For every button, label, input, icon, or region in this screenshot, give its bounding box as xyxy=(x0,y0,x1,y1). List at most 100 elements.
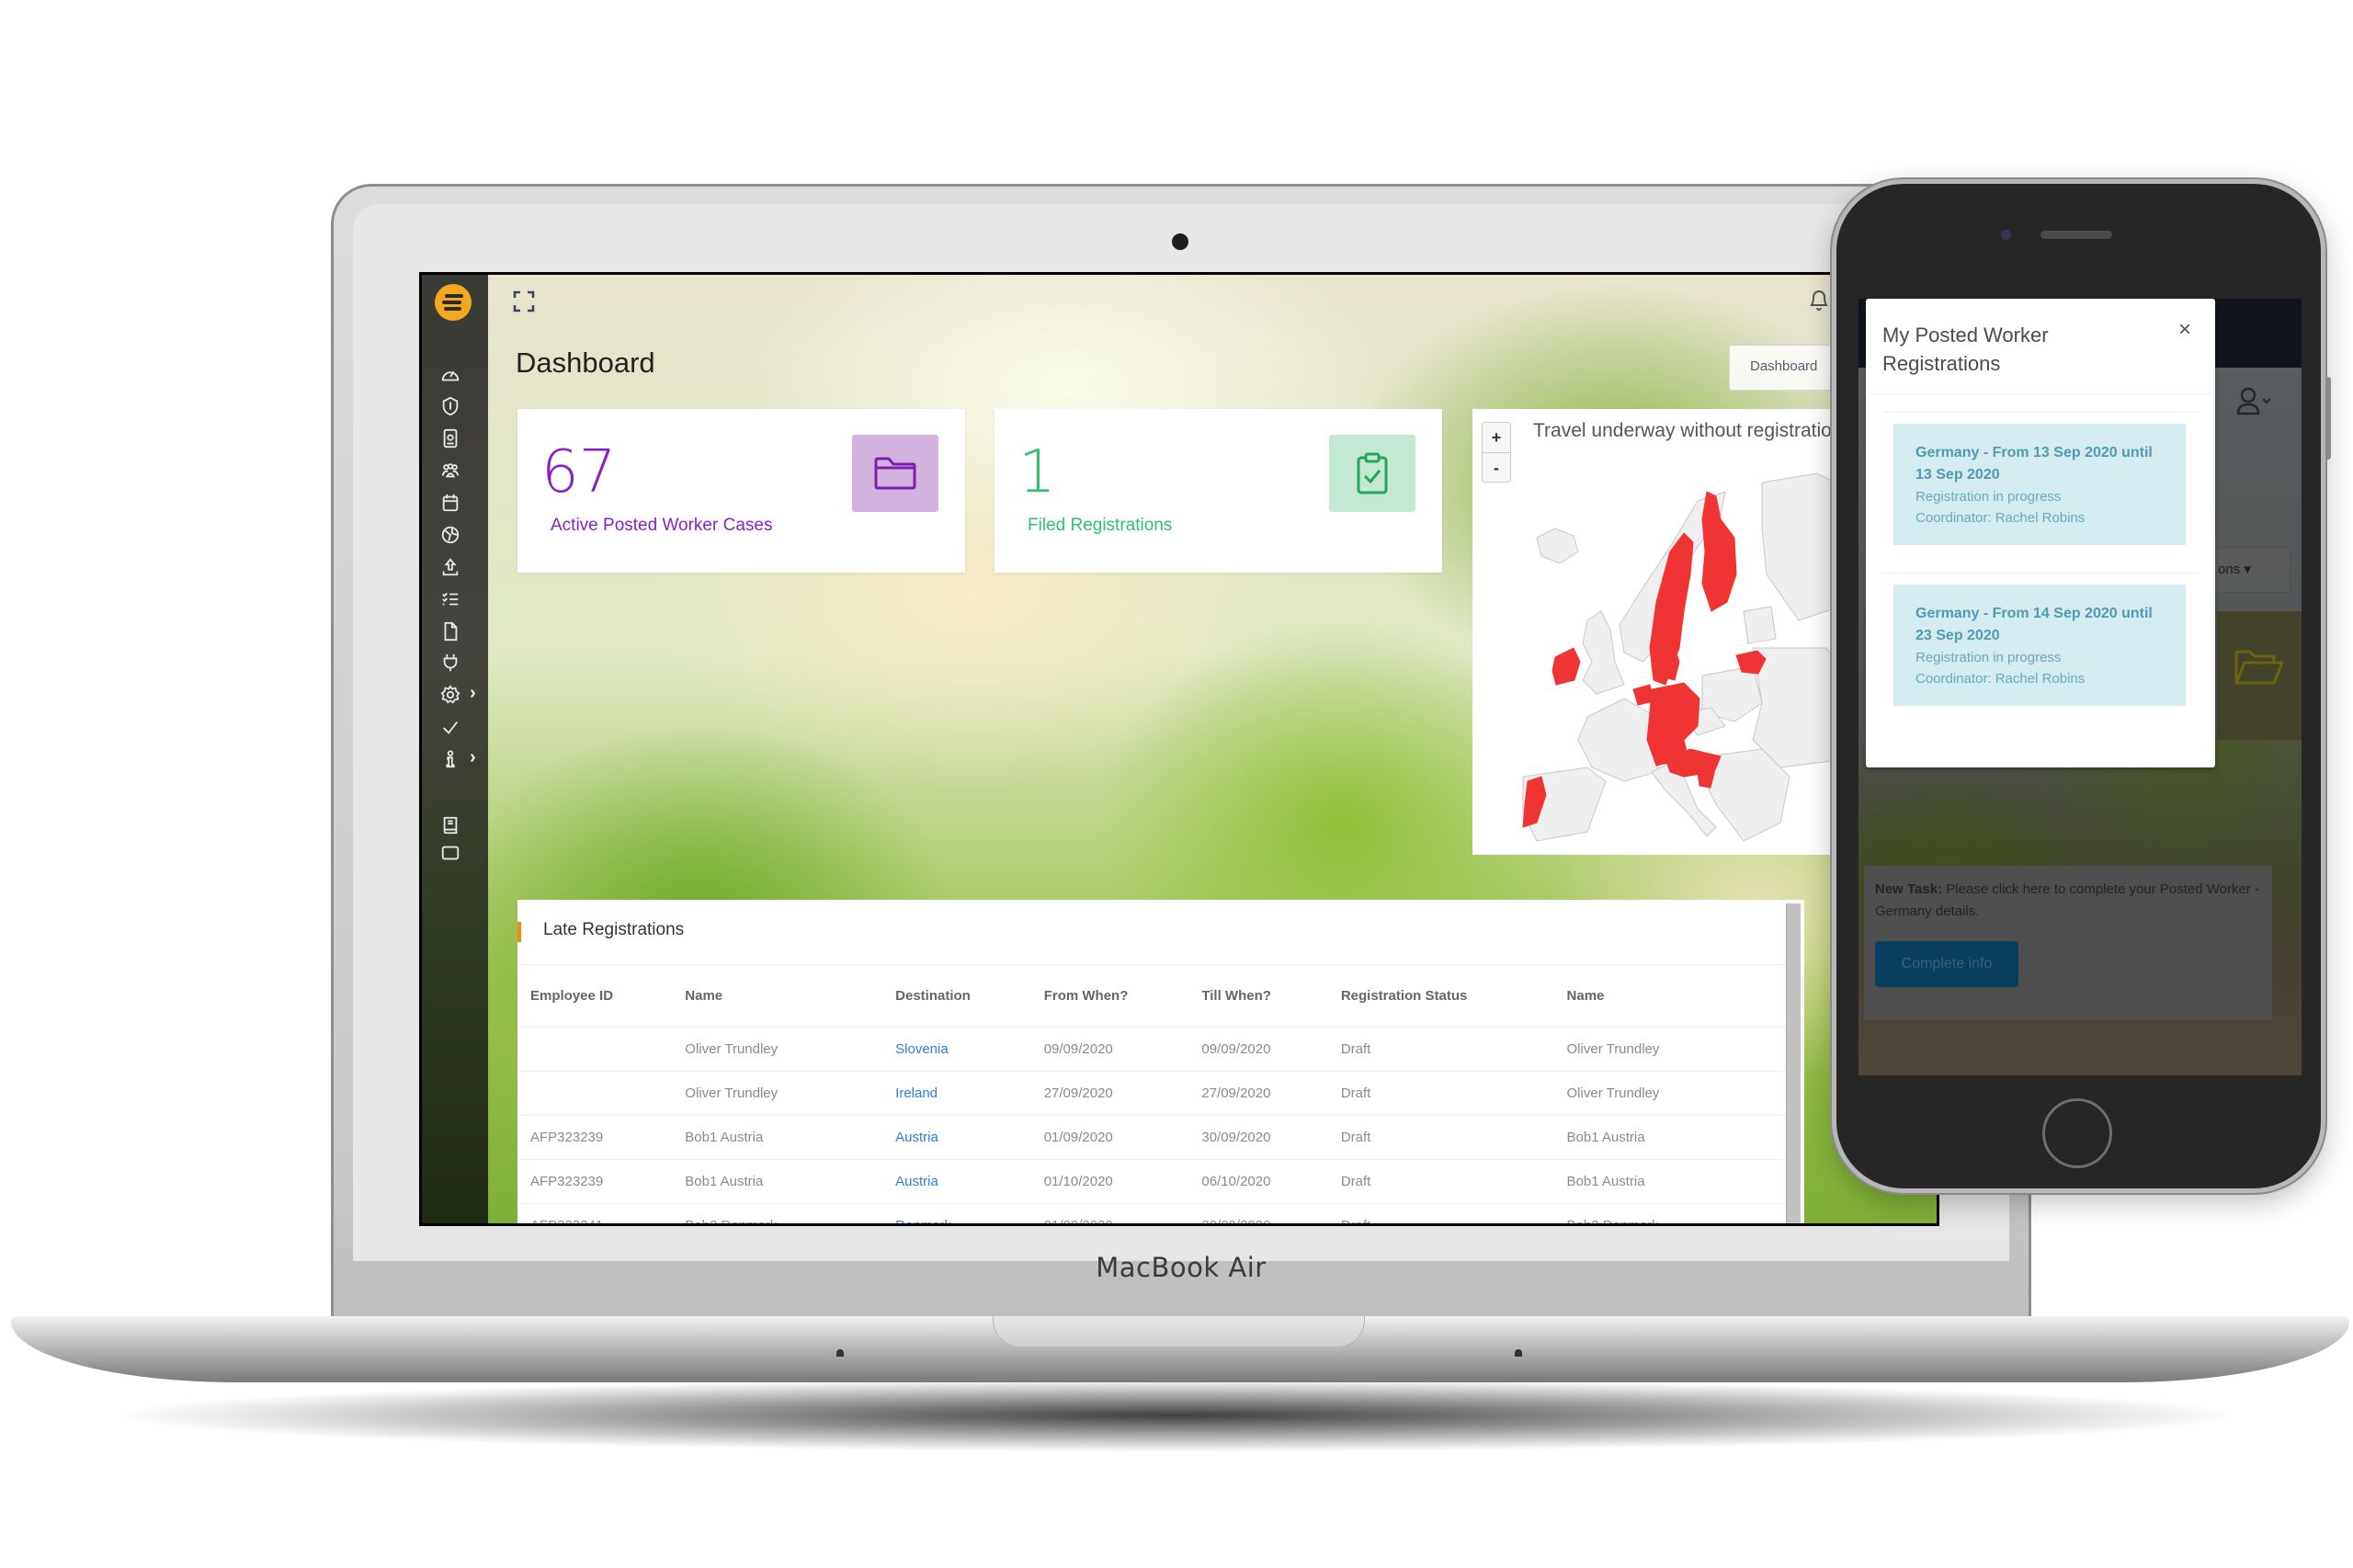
users-group-icon xyxy=(441,463,460,478)
sidebar-item-passport-document[interactable] xyxy=(437,425,464,452)
calendar-icon xyxy=(442,494,459,512)
map-country-ireland[interactable] xyxy=(1552,647,1581,686)
sidebar-item-upload[interactable] xyxy=(437,553,464,581)
table-cell: Bob1 Austria xyxy=(1553,1115,1786,1160)
table-row[interactable]: Oliver Trundley Slovenia 09/09/2020 09/09/2… xyxy=(517,1027,1786,1072)
registration-status: Registration in progress xyxy=(1915,650,2062,665)
table-cell: AFP323241 xyxy=(517,1203,673,1223)
table-cell: 27/09/2020 xyxy=(1188,1071,1328,1116)
close-icon[interactable]: × xyxy=(2178,317,2191,343)
stat-label: Filed Registrations xyxy=(1028,516,1173,535)
laptop-foot xyxy=(836,1349,844,1357)
sidebar-item-shield[interactable] xyxy=(437,392,464,420)
sidebar-item-plug[interactable] xyxy=(437,649,464,676)
late-registrations-panel: Late Registrations Employee ID Name Destin… xyxy=(517,900,1804,1223)
sidebar-item-calendar[interactable] xyxy=(437,489,464,517)
destination-link[interactable]: Austria xyxy=(882,1115,1031,1160)
registration-status: Registration in progress xyxy=(1915,489,2062,505)
table-cell: Bob1 Austria xyxy=(1553,1159,1786,1204)
checkmark-icon xyxy=(443,721,459,734)
map-country-latvia-estonia xyxy=(1743,606,1777,644)
sidebar-item-file[interactable] xyxy=(437,618,464,645)
app-logo[interactable] xyxy=(435,284,472,321)
destination-link[interactable]: Ireland xyxy=(882,1071,1031,1116)
divider xyxy=(1882,573,2199,574)
table-cell: Draft xyxy=(1327,1203,1554,1223)
column-header[interactable]: Till When? xyxy=(1188,966,1328,1028)
table-row[interactable]: AFP323239 Bob1 Austria Austria 01/09/2020 30… xyxy=(517,1115,1786,1160)
sidebar-item-checkmark[interactable] xyxy=(437,713,464,741)
registration-item[interactable]: Germany - From 13 Sep 2020 until 13 Sep … xyxy=(1893,424,2186,545)
table-row[interactable]: AFP323239 Bob1 Austria Austria 01/10/2020 06… xyxy=(517,1159,1786,1204)
column-header[interactable]: Registration Status xyxy=(1327,966,1554,1028)
table-cell: Oliver Trundley xyxy=(672,1071,883,1116)
chevron-right-icon[interactable]: › xyxy=(470,683,476,704)
logo-icon xyxy=(442,294,463,311)
table-cell: Bob2 Denmark xyxy=(672,1203,883,1223)
stat-label: Active Posted Worker Cases xyxy=(551,516,773,535)
table-cell: Oliver Trundley xyxy=(1553,1027,1786,1072)
column-header[interactable]: Employee ID xyxy=(517,966,673,1028)
table-cell xyxy=(517,1071,673,1116)
sidebar-item-globe[interactable] xyxy=(437,521,464,549)
dashboard-gauge-icon xyxy=(441,370,460,381)
fullscreen-icon[interactable] xyxy=(512,290,536,313)
table-cell: Draft xyxy=(1327,1115,1554,1160)
map-title: Travel underway without registration xyxy=(1533,420,1843,441)
clipboard-check-icon xyxy=(1329,435,1415,512)
column-header[interactable]: Name xyxy=(1553,966,1786,1028)
destination-link[interactable]: Austria xyxy=(882,1159,1031,1204)
stat-card-active-cases[interactable]: 67 Active Posted Worker Cases xyxy=(517,409,965,573)
table-cell: Draft xyxy=(1327,1027,1554,1072)
table-row[interactable]: AFP323241Bob2 DenmarkDenmark01/09/202030… xyxy=(517,1203,1786,1223)
sidebar-item-users-group[interactable] xyxy=(437,457,464,484)
registration-item[interactable]: Germany - From 14 Sep 2020 until 23 Sep … xyxy=(1893,585,2186,706)
laptop-camera xyxy=(1172,233,1188,250)
sidebar-item-dashboard-gauge[interactable] xyxy=(437,361,464,389)
sidebar-item-monitor[interactable] xyxy=(437,839,464,867)
table-scrollbar[interactable] xyxy=(1786,903,1801,1223)
sidebar-item-book[interactable] xyxy=(437,812,464,839)
sidebar-item-info[interactable] xyxy=(437,745,464,773)
passport-document-icon xyxy=(443,428,458,449)
file-icon xyxy=(444,621,458,642)
sidebar: › › xyxy=(422,275,488,1223)
map-zoom-in-button[interactable]: + xyxy=(1483,423,1510,453)
divider xyxy=(517,964,1804,965)
registration-coordinator: Coordinator: Rachel Robins xyxy=(1915,671,2086,687)
table-cell: AFP323239 xyxy=(517,1159,673,1204)
divider xyxy=(1868,393,2211,394)
late-registrations-table: Employee ID Name Destination From When? Till… xyxy=(517,966,1786,1223)
book-icon xyxy=(443,816,458,835)
notification-bell-icon[interactable] xyxy=(1808,288,1830,312)
table-cell: 30/09/2020 xyxy=(1188,1203,1328,1223)
monitor-icon xyxy=(441,846,460,860)
table-cell: AFP323239 xyxy=(517,1115,673,1160)
sidebar-item-settings-gear[interactable] xyxy=(437,681,464,709)
sidebar-item-checklist[interactable] xyxy=(437,585,464,613)
phone-home-button[interactable] xyxy=(2042,1098,2112,1168)
laptop-brand-label: MacBook Air xyxy=(1096,1252,1267,1283)
table-cell: 01/09/2020 xyxy=(1030,1203,1189,1223)
destination-link[interactable]: Slovenia xyxy=(882,1027,1031,1072)
stat-card-filed-registrations[interactable]: 1 Filed Registrations xyxy=(995,409,1442,573)
stat-value: 67 xyxy=(541,438,617,506)
chevron-right-icon[interactable]: › xyxy=(470,747,476,768)
table-cell: 01/09/2020 xyxy=(1030,1115,1189,1160)
table-cell xyxy=(517,1027,673,1072)
column-header[interactable]: Destination xyxy=(882,966,1031,1028)
column-header[interactable]: From When? xyxy=(1030,966,1189,1028)
panel-title: Late Registrations xyxy=(543,920,685,939)
table-cell: 06/10/2020 xyxy=(1188,1159,1328,1204)
table-cell: Draft xyxy=(1327,1071,1554,1116)
shield-icon xyxy=(442,396,459,416)
europe-map[interactable] xyxy=(1472,464,1868,850)
destination-link[interactable]: Denmark xyxy=(882,1203,1031,1223)
column-header[interactable]: Name xyxy=(672,966,883,1028)
table-row[interactable]: Oliver Trundley Ireland 27/09/2020 27/09/20… xyxy=(517,1071,1786,1116)
table-header-row: Employee ID Name Destination From When? Till… xyxy=(517,966,1786,1028)
registration-coordinator: Coordinator: Rachel Robins xyxy=(1915,510,2086,526)
checklist-icon xyxy=(442,592,459,606)
stat-value: 1 xyxy=(1018,438,1056,506)
settings-gear-icon xyxy=(440,685,460,704)
